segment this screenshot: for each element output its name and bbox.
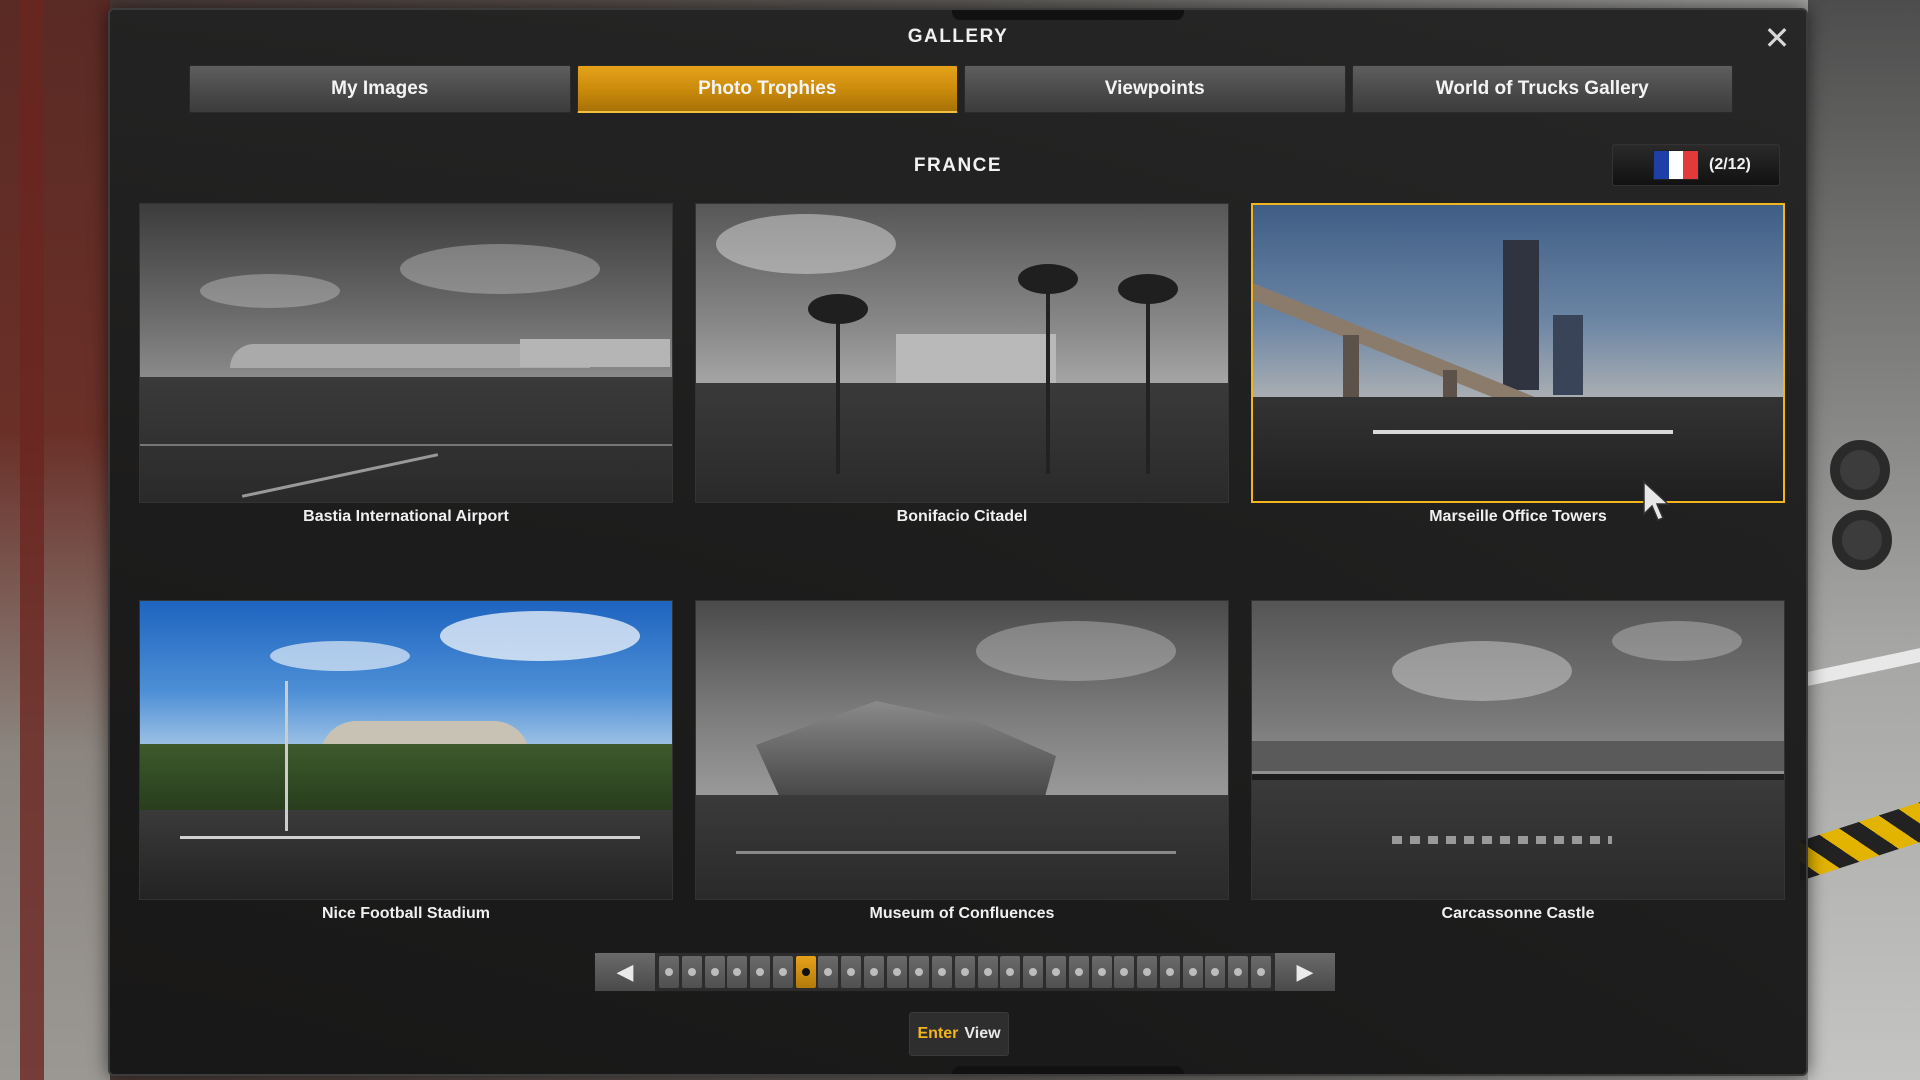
pager-dot[interactable]	[727, 956, 748, 988]
photo-card-bastia[interactable]: Bastia International Airport	[139, 203, 673, 525]
photo-card-museum[interactable]: Museum of Confluences	[695, 600, 1229, 922]
photo-label: Marseille Office Towers	[1429, 508, 1607, 525]
france-flag-icon	[1653, 150, 1699, 180]
pager-dot[interactable]	[863, 956, 884, 988]
tab-viewpoints[interactable]: Viewpoints	[964, 65, 1346, 113]
country-title: FRANCE	[913, 155, 1003, 176]
pager-dot[interactable]	[1182, 956, 1203, 988]
photo-thumbnail[interactable]	[139, 203, 673, 503]
hint-action: View	[964, 1025, 1001, 1042]
photo-label: Bastia International Airport	[303, 508, 509, 525]
pager-dot-active[interactable]	[795, 956, 816, 988]
pager-dot[interactable]	[954, 956, 975, 988]
pager-dot[interactable]	[886, 956, 907, 988]
pager-dot[interactable]	[1046, 956, 1067, 988]
country-selector[interactable]: (2/12)	[1612, 144, 1780, 186]
pager-dot[interactable]	[818, 956, 839, 988]
photo-label: Nice Football Stadium	[321, 905, 490, 922]
photo-label: Bonifacio Citadel	[896, 508, 1028, 525]
pager-dot[interactable]	[909, 956, 930, 988]
tire-icon	[1830, 440, 1890, 500]
pager-dot[interactable]	[841, 956, 862, 988]
pager-dot[interactable]	[1114, 956, 1135, 988]
photo-thumbnail[interactable]	[695, 203, 1229, 503]
pager-dot[interactable]	[1023, 956, 1044, 988]
pager-dot[interactable]	[659, 956, 679, 988]
photo-thumbnail[interactable]	[1251, 203, 1785, 503]
photo-card-bonifacio[interactable]: Bonifacio Citadel	[695, 203, 1229, 525]
hazard-stripe	[1800, 798, 1920, 882]
pager-dot[interactable]	[1091, 956, 1112, 988]
pager-dot[interactable]	[1205, 956, 1226, 988]
tab-world-of-trucks-gallery[interactable]: World of Trucks Gallery	[1351, 65, 1733, 113]
window-bottom-notch	[952, 1066, 1184, 1074]
pager-dot[interactable]	[1000, 956, 1021, 988]
gallery-tabs: My Images Photo Trophies Viewpoints Worl…	[189, 65, 1733, 113]
pager-dot[interactable]	[750, 956, 771, 988]
pager-dot[interactable]	[772, 956, 793, 988]
photo-card-marseille[interactable]: Marseille Office Towers	[1251, 203, 1785, 525]
tab-photo-trophies[interactable]: Photo Trophies	[576, 65, 958, 113]
floor-stripe	[1808, 648, 1920, 686]
pager-dot[interactable]	[1159, 956, 1180, 988]
pager-dot[interactable]	[932, 956, 953, 988]
pager-dot[interactable]	[1137, 956, 1158, 988]
enter-view-hint[interactable]: Enter View	[909, 1012, 1009, 1056]
pager-dots	[655, 956, 1275, 988]
tire-icon	[1832, 510, 1892, 570]
pager-dot[interactable]	[681, 956, 702, 988]
pager-dot[interactable]	[1068, 956, 1089, 988]
photo-card-nice[interactable]: Nice Football Stadium	[139, 600, 673, 922]
photo-card-carcassonne[interactable]: Carcassonne Castle	[1251, 600, 1785, 922]
photo-thumbnail[interactable]	[1251, 600, 1785, 900]
chevron-right-icon[interactable]: ▶	[1275, 953, 1335, 991]
pager-dot[interactable]	[977, 956, 998, 988]
pager-dot[interactable]	[1250, 956, 1271, 988]
photo-thumbnail[interactable]	[695, 600, 1229, 900]
country-counter: (2/12)	[1709, 156, 1751, 173]
window-top-notch	[952, 10, 1184, 20]
tab-my-images[interactable]: My Images	[189, 65, 571, 113]
mouse-cursor-icon	[1643, 480, 1670, 521]
photo-label: Museum of Confluences	[869, 905, 1055, 922]
photo-label: Carcassonne Castle	[1441, 905, 1595, 922]
background-left-wall	[0, 0, 110, 1080]
chevron-left-icon[interactable]: ◀	[595, 953, 655, 991]
photo-thumbnail[interactable]	[139, 600, 673, 900]
gallery-pager: ◀ ▶	[594, 952, 1336, 992]
hint-key: Enter	[917, 1025, 959, 1042]
window-title: GALLERY	[907, 26, 1009, 47]
gallery-window: GALLERY ✕ My Images Photo Trophies Viewp…	[108, 8, 1808, 1076]
background-right-garage	[1800, 0, 1920, 1080]
close-icon[interactable]: ✕	[1762, 22, 1792, 54]
photo-grid: Bastia International Airport Bonifacio C…	[139, 203, 1785, 953]
pager-dot[interactable]	[704, 956, 725, 988]
pager-dot[interactable]	[1228, 956, 1249, 988]
